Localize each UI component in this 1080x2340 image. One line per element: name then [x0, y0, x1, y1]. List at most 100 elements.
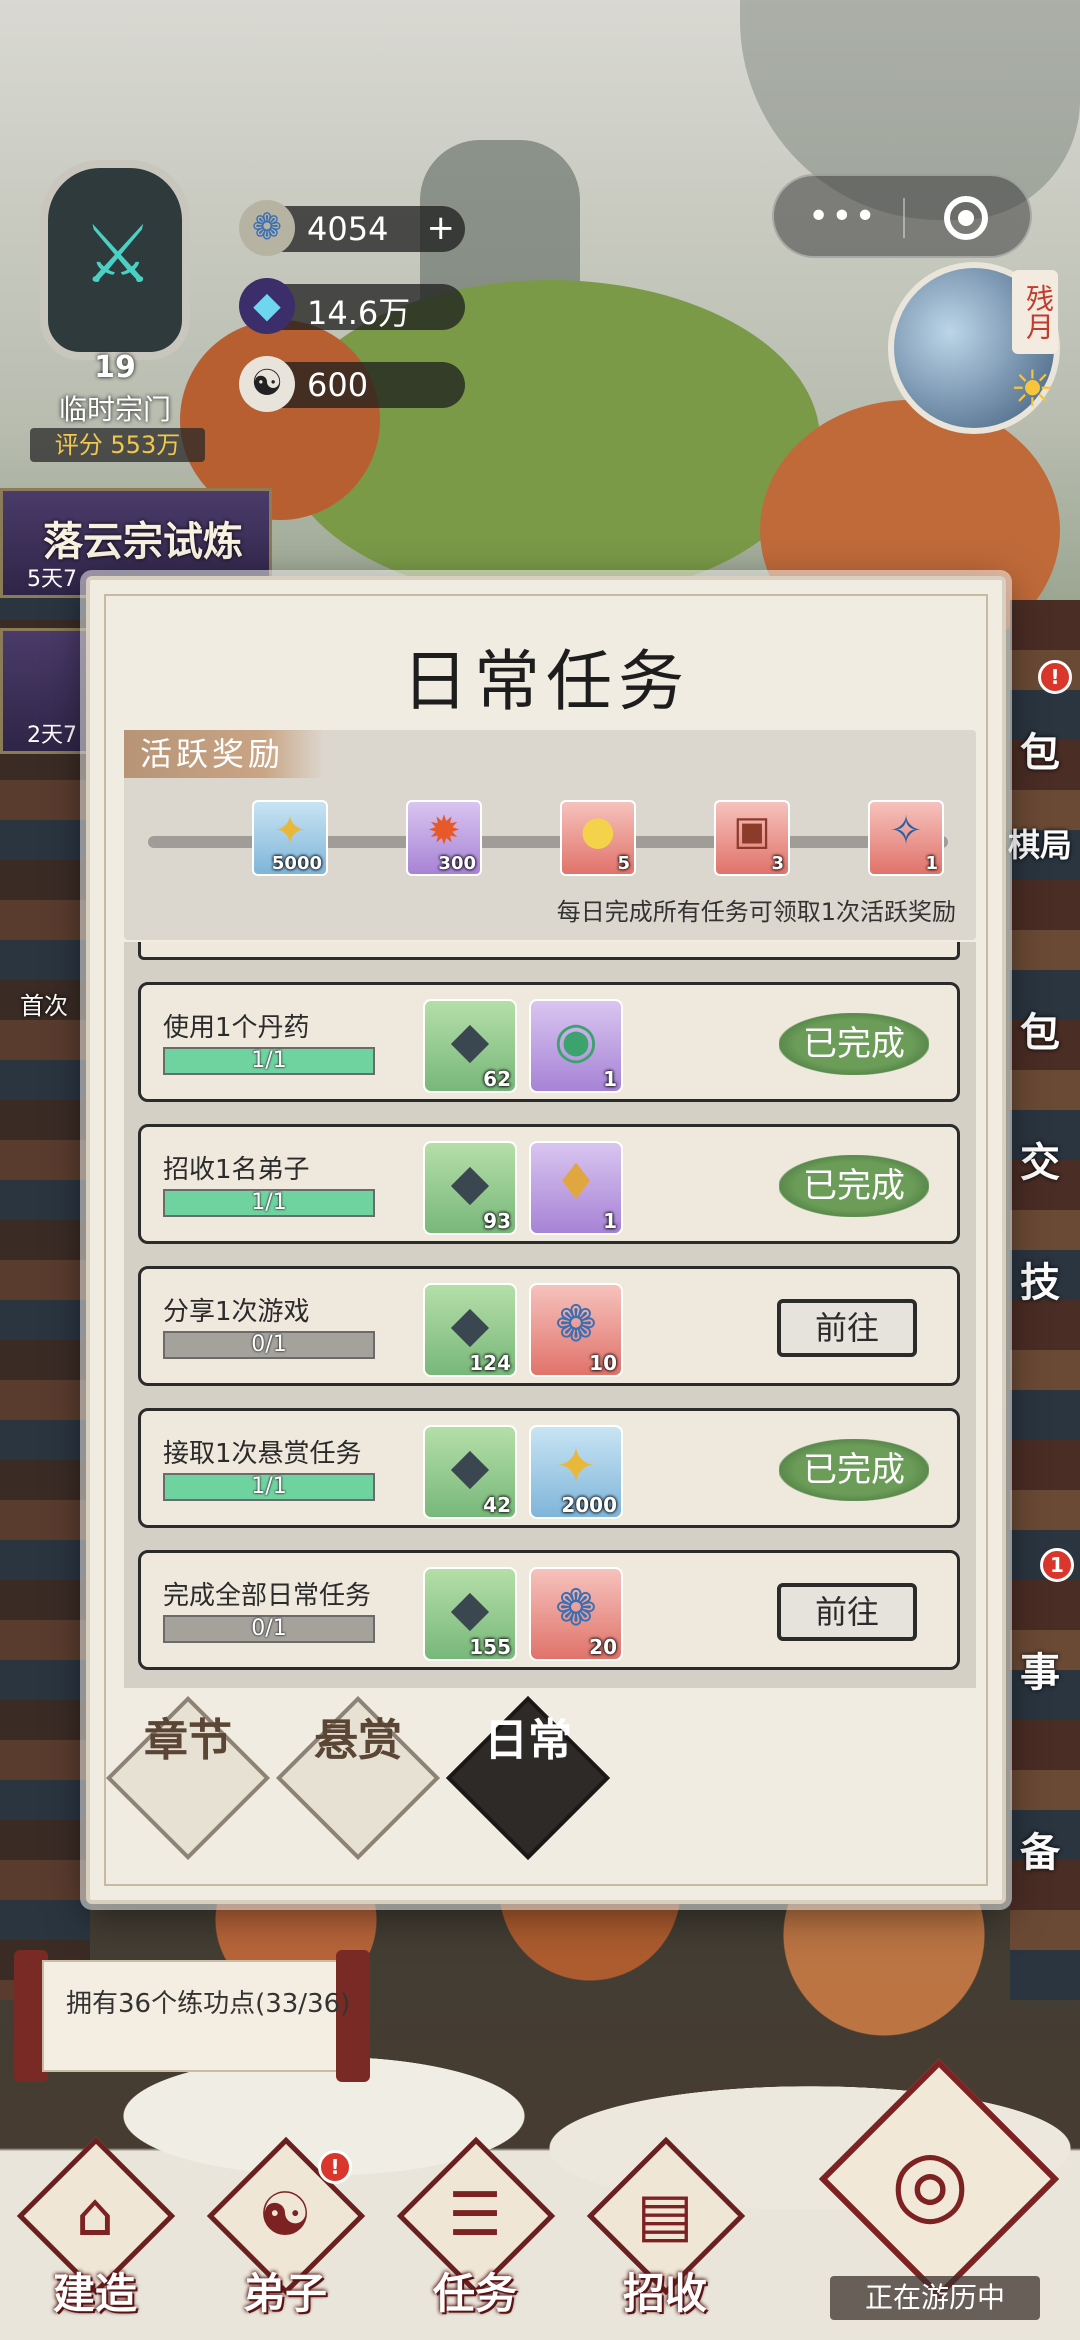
nav-disciples[interactable]: ☯ 弟子 ! — [200, 2136, 370, 2340]
more-icon[interactable]: ••• — [808, 196, 878, 237]
task-reward[interactable]: ✦ 2000 — [529, 1425, 623, 1519]
tab-bounty-label[interactable]: 悬赏 — [300, 1714, 416, 1844]
task-reward[interactable]: ◆ 155 — [423, 1567, 517, 1661]
event-time: 2天7 — [27, 723, 77, 748]
reward-count: 10 — [589, 1351, 617, 1375]
nav-build[interactable]: ⌂ 建造 — [10, 2136, 180, 2340]
task-progress-text: 1/1 — [251, 1190, 287, 1215]
task-progress-bar: 0/1 — [163, 1331, 375, 1359]
right-item-prepare[interactable]: 备 — [1000, 1820, 1080, 1878]
travel-status: 正在游历中 — [830, 2276, 1040, 2320]
spirit-stone-counter[interactable]: ❁ 4054 + — [239, 200, 465, 256]
task-progress-text: 1/1 — [251, 1474, 287, 1499]
notification-badge: ! — [318, 2150, 352, 2184]
gold-ingot-icon: ✦ — [273, 808, 307, 854]
nav-label: 任务 — [432, 2269, 517, 2318]
tab-daily-label[interactable]: 日常 — [470, 1714, 586, 1844]
task-progress-text: 1/1 — [251, 1048, 287, 1073]
reward-count: 1 — [603, 1209, 617, 1233]
task-list[interactable]: 使用1个丹药 1/1 ◆ 62 ◉ 1 已完成 招收1名弟子 1/1 ◆ 93 … — [124, 942, 976, 1688]
go-button[interactable]: 前往 — [777, 1299, 917, 1357]
milestone-count: 300 — [438, 853, 476, 874]
crystal-counter[interactable]: ◆ 14.6万 — [239, 278, 465, 334]
task-name: 分享1次游戏 — [163, 1297, 310, 1327]
task-reward[interactable]: ◆ 42 — [423, 1425, 517, 1519]
task-progress-bar: 1/1 — [163, 1189, 375, 1217]
milestone-reward[interactable]: ✦ 5000 — [252, 800, 328, 876]
tab-chapter-label[interactable]: 章节 — [130, 1714, 246, 1844]
reward-count: 2000 — [561, 1493, 617, 1517]
event-banner-second[interactable]: 2天7 — [0, 628, 100, 754]
nav-label: 弟子 — [242, 2269, 327, 2318]
training-points-scroll[interactable]: 拥有36个练功点(33/36) — [14, 1950, 370, 2082]
sword-emblem-icon: ⚔ — [82, 208, 154, 301]
training-points-text: 拥有36个练功点(33/36) — [66, 1989, 351, 2019]
ore-icon: ◆ — [450, 1153, 490, 1211]
milestone-reward[interactable]: ✹ 300 — [406, 800, 482, 876]
task-reward[interactable]: ◆ 93 — [423, 1141, 517, 1235]
sect-level: 19 — [94, 350, 136, 385]
active-reward-panel: 活跃奖励 ✦ 5000 ✹ 300 ● 5 ▣ 3 ✧ 1 每日完成所有任务可领… — [124, 730, 976, 940]
milestone-count: 1 — [925, 853, 938, 874]
event-title: 落云宗试炼 — [43, 518, 243, 565]
task-progress-bar: 1/1 — [163, 1473, 375, 1501]
task-progress-bar: 0/1 — [163, 1615, 375, 1643]
task-reward[interactable]: ❁ 10 — [529, 1283, 623, 1377]
task-card: 完成全部日常任务 0/1 ◆ 155 ❁ 20 前往 — [138, 1550, 960, 1670]
right-item-event[interactable]: 事 — [1000, 1640, 1080, 1698]
gold-ingot-icon: ✦ — [555, 1437, 597, 1495]
task-name: 完成全部日常任务 — [163, 1581, 372, 1611]
capsule-divider — [903, 198, 905, 238]
close-target-icon[interactable] — [944, 196, 988, 240]
task-reward[interactable]: ◆ 62 — [423, 999, 517, 1093]
crystal-icon: ◆ — [239, 278, 295, 334]
mini-program-capsule: ••• — [772, 174, 1032, 258]
milestone-count: 5 — [617, 853, 630, 874]
daily-task-modal: 日常任务 活跃奖励 ✦ 5000 ✹ 300 ● 5 ▣ 3 ✧ 1 每日完成所… — [86, 576, 1006, 1904]
cloud-coin-icon: ❁ — [555, 1579, 597, 1637]
sect-score-value: 553万 — [110, 431, 181, 459]
right-item-bag[interactable]: 包 — [1000, 720, 1080, 778]
nav-recruit[interactable]: ▤ 招收 — [580, 2136, 750, 2340]
add-icon[interactable]: + — [427, 208, 456, 248]
milestone-reward[interactable]: ● 5 — [560, 800, 636, 876]
task-reward[interactable]: ♦ 1 — [529, 1141, 623, 1235]
right-item-chess[interactable]: 棋局 — [1000, 820, 1080, 866]
notification-badge: 1 — [1040, 1548, 1074, 1582]
nav-tasks[interactable]: ☰ 任务 — [390, 2136, 560, 2340]
event-time: 5天7 — [27, 567, 77, 592]
reward-count: 42 — [483, 1493, 511, 1517]
ore-icon: ◆ — [450, 1579, 490, 1637]
chest-icon: ▣ — [733, 808, 771, 854]
milestone-reward[interactable]: ▣ 3 — [714, 800, 790, 876]
go-button[interactable]: 前往 — [777, 1583, 917, 1641]
right-item-trade[interactable]: 交 — [1000, 1130, 1080, 1188]
reward-count: 93 — [483, 1209, 511, 1233]
right-item-bag-2[interactable]: 包 — [1000, 1000, 1080, 1058]
task-progress-text: 0/1 — [251, 1616, 287, 1641]
ore-icon: ◆ — [450, 1295, 490, 1353]
sect-badge[interactable]: ⚔ 19 临时宗门 评分 553万 — [20, 150, 210, 462]
nav-label: 建造 — [52, 2269, 137, 2318]
fire-stone-icon: ✹ — [427, 808, 461, 854]
travel-button[interactable]: ◎ 正在游历中 — [800, 2058, 1060, 2330]
token-icon: ♦ — [553, 1153, 599, 1211]
task-name: 接取1次悬赏任务 — [163, 1439, 362, 1469]
pavilion-icon: ⌂ — [75, 2180, 115, 2250]
taiji-counter[interactable]: ☯ 600 — [239, 356, 465, 412]
right-item-skill[interactable]: 技 — [1000, 1250, 1080, 1308]
completed-button: 已完成 — [779, 1439, 929, 1501]
invitation-card-icon: ▤ — [636, 2180, 694, 2250]
task-reward[interactable]: ❁ 20 — [529, 1567, 623, 1661]
task-reward[interactable]: ◆ 124 — [423, 1283, 517, 1377]
milestone-reward[interactable]: ✧ 1 — [868, 800, 944, 876]
nav-label: 招收 — [622, 2269, 707, 2318]
task-reward[interactable]: ◉ 1 — [529, 999, 623, 1093]
disciple-icon: ☯ — [258, 2180, 312, 2250]
task-progress-bar: 1/1 — [163, 1047, 375, 1075]
first-recharge-label[interactable]: 首次 — [20, 986, 68, 1021]
reward-count: 124 — [469, 1351, 511, 1375]
task-card: 分享1次游戏 0/1 ◆ 124 ❁ 10 前往 — [138, 1266, 960, 1386]
milestone-count: 5000 — [271, 853, 322, 874]
pills-icon: ● — [580, 808, 616, 854]
